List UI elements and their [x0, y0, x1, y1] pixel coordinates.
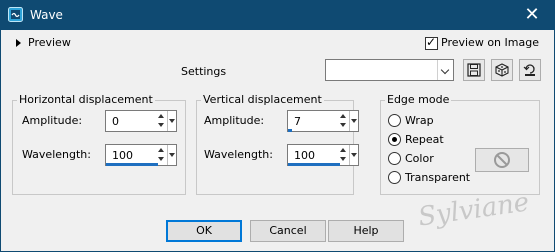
title-bar[interactable]: Wave ✕ — [0, 0, 555, 30]
wave-app-icon — [8, 7, 23, 22]
chevron-down-icon[interactable] — [167, 111, 176, 131]
expand-arrow-icon — [16, 39, 21, 47]
vertical-displacement-title: Vertical displacement — [201, 93, 324, 106]
v-amplitude-spinbox[interactable]: 7 — [287, 110, 359, 132]
radio-wrap-label[interactable]: Wrap — [405, 114, 434, 127]
v-amplitude-slider-bar[interactable] — [288, 129, 292, 132]
reset-stamp-icon — [523, 64, 535, 76]
window-title: Wave — [30, 8, 63, 22]
spin-arrows-icon[interactable] — [339, 146, 349, 164]
h-wavelength-value: 100 — [112, 149, 133, 162]
chevron-down-icon[interactable] — [167, 145, 176, 165]
ok-button[interactable]: OK — [166, 220, 242, 242]
radio-transparent[interactable] — [388, 171, 401, 184]
h-wavelength-label: Wavelength: — [22, 148, 91, 161]
cancel-button[interactable]: Cancel — [250, 220, 326, 242]
checkmark-icon: ✓ — [426, 35, 437, 49]
chevron-down-icon[interactable] — [349, 111, 358, 131]
save-preset-button[interactable] — [463, 59, 485, 81]
disabled-icon — [494, 152, 510, 168]
reset-button[interactable] — [519, 59, 541, 81]
horizontal-displacement-title: Horizontal displacement — [17, 93, 155, 106]
v-amplitude-value: 7 — [294, 115, 301, 128]
spin-arrows-icon[interactable] — [157, 112, 167, 130]
help-button[interactable]: Help — [328, 220, 404, 242]
preview-label: Preview — [28, 36, 71, 49]
close-icon[interactable]: ✕ — [523, 6, 541, 24]
dice-icon — [495, 63, 509, 77]
selected-dot-icon — [392, 137, 397, 142]
h-amplitude-label: Amplitude: — [22, 114, 83, 127]
radio-wrap[interactable] — [388, 114, 401, 127]
randomize-button[interactable] — [491, 59, 513, 81]
v-wavelength-slider-bar[interactable] — [288, 163, 340, 166]
v-amplitude-label: Amplitude: — [204, 114, 265, 127]
preview-expander[interactable]: Preview — [16, 36, 96, 52]
edge-color-swatch[interactable] — [475, 148, 529, 172]
spin-arrows-icon[interactable] — [157, 146, 167, 164]
radio-color[interactable] — [388, 152, 401, 165]
h-wavelength-spinbox[interactable]: 100 — [105, 144, 177, 166]
chevron-down-icon[interactable] — [349, 145, 358, 165]
v-wavelength-label: Wavelength: — [204, 148, 273, 161]
radio-transparent-label[interactable]: Transparent — [405, 171, 470, 184]
radio-repeat[interactable] — [388, 133, 401, 146]
h-wavelength-slider-bar[interactable] — [106, 163, 158, 166]
settings-label: Settings — [181, 65, 227, 78]
preset-dropdown[interactable] — [325, 59, 454, 81]
chevron-down-icon[interactable] — [437, 60, 453, 80]
edge-mode-title: Edge mode — [385, 93, 452, 106]
floppy-disk-icon — [467, 63, 481, 77]
spin-arrows-icon[interactable] — [339, 112, 349, 130]
h-amplitude-value: 0 — [112, 115, 119, 128]
preview-on-image-label[interactable]: Preview on Image — [441, 36, 539, 49]
preview-on-image-checkbox[interactable]: ✓ — [425, 35, 438, 50]
h-amplitude-spinbox[interactable]: 0 — [105, 110, 177, 132]
v-wavelength-value: 100 — [294, 149, 315, 162]
v-wavelength-spinbox[interactable]: 100 — [287, 144, 359, 166]
radio-repeat-label[interactable]: Repeat — [405, 133, 444, 146]
radio-color-label[interactable]: Color — [405, 152, 434, 165]
